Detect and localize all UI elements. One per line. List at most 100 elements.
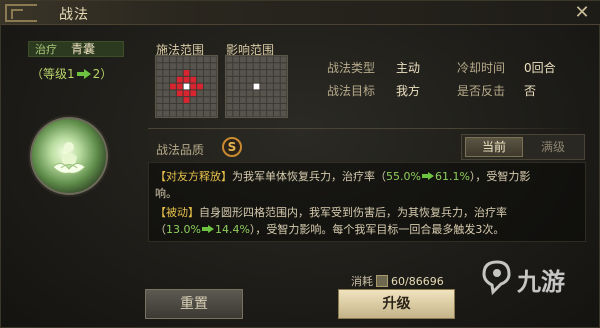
- grid-cell: [170, 103, 176, 110]
- upgrade-cost: 消耗 60/86696: [351, 273, 444, 289]
- grid-cell: [260, 63, 267, 70]
- grid-range-cell: [183, 76, 190, 83]
- nine-game-logo-icon: [482, 260, 511, 295]
- grid-cell: [163, 103, 170, 110]
- grid-cell: [273, 70, 280, 76]
- close-button[interactable]: ✕: [571, 2, 593, 24]
- grid-cell: [156, 110, 163, 117]
- skill-type-badge: 治疗 青囊: [28, 41, 124, 57]
- grid-cell: [197, 56, 203, 63]
- grid-cell: [246, 56, 253, 63]
- grid-cell: [253, 103, 260, 110]
- grid-cell: [163, 56, 170, 63]
- grid-cell: [246, 90, 253, 97]
- grid-cell: [233, 63, 240, 70]
- level-from: （等级1: [31, 67, 75, 81]
- green-arrow-icon: [76, 69, 91, 79]
- grid-cell: [183, 63, 190, 70]
- grid-cell: [280, 97, 287, 103]
- grid-cell: [246, 110, 253, 117]
- passive-heal-current: 13.0%: [166, 223, 201, 236]
- grid-cell: [163, 83, 170, 90]
- grid-cell: [210, 103, 217, 110]
- grid-cell: [267, 70, 273, 76]
- grid-cell: [190, 63, 197, 70]
- grid-center-cell: [183, 83, 190, 90]
- grid-cell: [197, 110, 203, 117]
- grid-cell: [170, 90, 176, 97]
- grid-range-cell: [176, 76, 183, 83]
- level-to: 2）: [92, 67, 113, 81]
- description-text: 为我军单体恢复兵力，治疗率（: [232, 170, 386, 183]
- green-arrow-icon: [421, 172, 434, 180]
- skill-target-value: 我方: [396, 84, 421, 98]
- grid-range-cell: [183, 97, 190, 103]
- counter-attack-value: 否: [524, 84, 537, 98]
- grid-cell: [226, 97, 233, 103]
- description-text: ），受智力影: [469, 170, 531, 183]
- tab-current[interactable]: 当前: [465, 137, 523, 157]
- skill-category: 治疗: [35, 43, 57, 56]
- reset-button[interactable]: 重置: [145, 289, 243, 319]
- grid-cell: [156, 103, 163, 110]
- grid-cell: [203, 70, 210, 76]
- grid-cell: [197, 90, 203, 97]
- grid-cell: [233, 110, 240, 117]
- grid-cell: [240, 70, 246, 76]
- grid-cell: [253, 76, 260, 83]
- cast-range-grid: [155, 55, 218, 118]
- grid-cell: [280, 90, 287, 97]
- grid-range-cell: [183, 90, 190, 97]
- grid-cell: [260, 103, 267, 110]
- grid-cell: [273, 97, 280, 103]
- grid-cell: [183, 56, 190, 63]
- grid-cell: [226, 63, 233, 70]
- grid-cell: [226, 110, 233, 117]
- grid-cell: [190, 70, 197, 76]
- ally-cast-tag: 【对友方释放】: [155, 170, 232, 183]
- grid-cell: [226, 83, 233, 90]
- grid-cell: [233, 83, 240, 90]
- upgrade-button[interactable]: 升级: [338, 289, 455, 319]
- grid-cell: [273, 63, 280, 70]
- grid-cell: [210, 110, 217, 117]
- description-line-3: 【被动】自身圆形四格范围内，我军受到伤害后，为其恢复兵力，治疗率: [155, 204, 507, 220]
- watermark-logo: 九游: [479, 259, 595, 297]
- grid-cell: [203, 90, 210, 97]
- grid-range-cell: [176, 83, 183, 90]
- grid-cell: [260, 97, 267, 103]
- grid-cell: [253, 97, 260, 103]
- level-tab-group: 当前 满级: [461, 134, 585, 160]
- grid-cell: [233, 56, 240, 63]
- grid-cell: [170, 56, 176, 63]
- description-line-4: （13.0% 14.4%），受智力影响。每个我军目标一回合最多触发3次。: [155, 221, 504, 237]
- grid-cell: [210, 63, 217, 70]
- grid-cell: [197, 97, 203, 103]
- heal-rate-current: 55.0%: [386, 170, 421, 183]
- grid-cell: [260, 76, 267, 83]
- grid-cell: [183, 103, 190, 110]
- grid-cell: [183, 110, 190, 117]
- level-indicator: （等级1 2）: [31, 65, 112, 82]
- description-text: （: [155, 223, 166, 236]
- grid-cell: [156, 97, 163, 103]
- tab-max-level[interactable]: 满级: [524, 137, 582, 157]
- grid-cell: [190, 97, 197, 103]
- grid-cell: [253, 56, 260, 63]
- grid-cell: [170, 63, 176, 70]
- grid-cell: [176, 70, 183, 76]
- grid-cell: [273, 103, 280, 110]
- grid-cell: [176, 56, 183, 63]
- grid-cell: [190, 56, 197, 63]
- skill-type-value: 主动: [396, 61, 421, 75]
- watermark-text: 九游: [517, 268, 565, 296]
- grid-cell: [210, 70, 217, 76]
- grid-cell: [203, 103, 210, 110]
- grid-cell: [246, 103, 253, 110]
- description-line-1: 【对友方释放】为我军单体恢复兵力，治疗率（55.0% 61.1%），受智力影: [155, 168, 530, 184]
- grid-cell: [156, 56, 163, 63]
- grid-cell: [170, 76, 176, 83]
- passive-tag: 【被动】: [155, 206, 199, 219]
- grid-cell: [170, 110, 176, 117]
- grid-cell: [260, 90, 267, 97]
